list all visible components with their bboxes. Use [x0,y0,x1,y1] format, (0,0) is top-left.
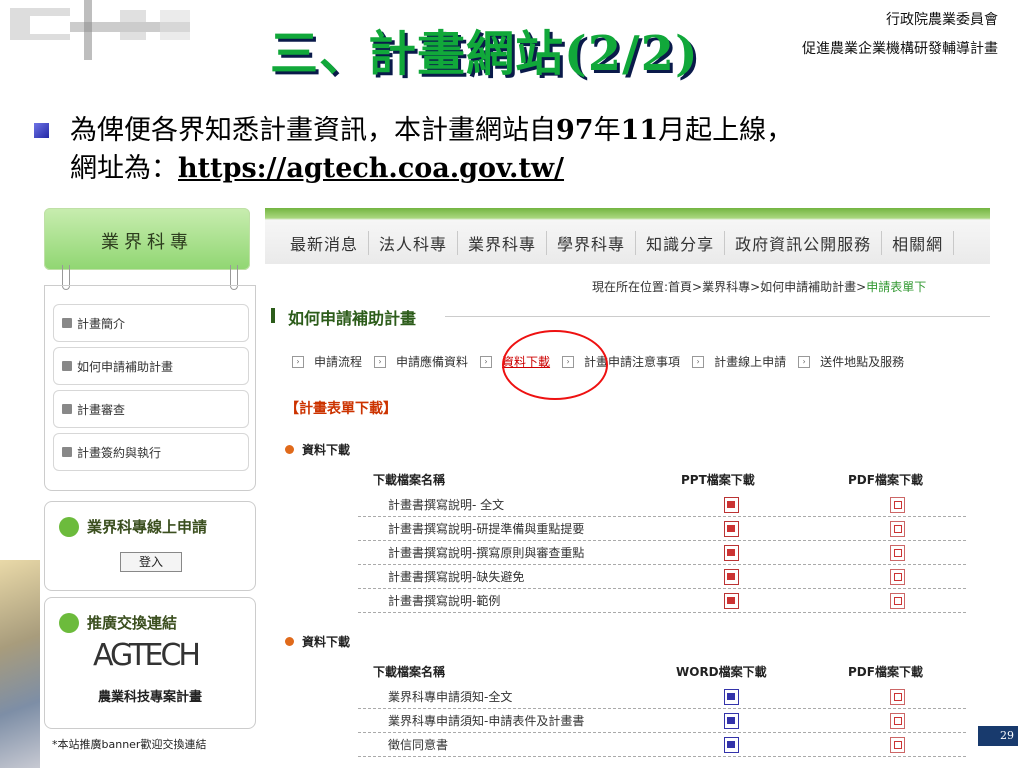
nav-legal-entity[interactable]: 法人科專 [369,231,459,255]
bullet-dot-icon [285,637,294,646]
table-row: 徵信同意書 [358,732,966,757]
ppt-file-icon[interactable] [724,569,739,585]
submenu-submission[interactable]: 送件地點及服務 [820,353,904,370]
col-word: WORD檔案下載 [676,665,767,679]
bullet-icon [34,123,49,138]
arrow-icon: › [374,355,387,368]
login-button[interactable]: 登入 [120,552,182,572]
table-row: 計畫書撰寫說明-研提準備與重點提要 [358,516,966,541]
side-menu: 計畫簡介 如何申請補助計畫 計畫審查 計畫簽約與執行 [44,285,256,491]
decorative-side-image [0,560,40,768]
banner-note: *本站推廣banner歡迎交換連結 [52,738,207,751]
word-file-icon[interactable] [724,737,739,753]
square-icon [62,361,72,371]
arrow-icon: › [292,355,304,368]
exchange-link-box: 推廣交換連結 AGTECH 農業科技專案計畫 [44,597,256,729]
submenu-process[interactable]: 申請流程 [314,353,362,370]
table-row: 計畫書撰寫說明-撰寫原則與審查重點 [358,540,966,565]
col-filename: 下載檔案名稱 [373,473,446,487]
nav-knowledge[interactable]: 知識分享 [636,231,726,255]
org-name: 行政院農業委員會 [886,12,998,28]
nav-gov-info[interactable]: 政府資訊公開服務 [725,231,883,255]
arrow-icon: › [692,355,705,368]
online-apply-box: 業界科專線上申請 登入 [44,501,256,591]
section-divider [445,316,990,317]
submenu-required-docs[interactable]: 申請應備資料 [396,353,468,370]
arrow-icon: › [798,355,811,368]
word-file-icon[interactable] [724,713,739,729]
nav-news[interactable]: 最新消息 [280,231,370,255]
pdf-file-icon[interactable] [890,593,905,609]
table-row: 計畫書撰寫說明-範例 [358,588,966,613]
col-filename: 下載檔案名稱 [373,665,446,679]
pdf-file-icon[interactable] [890,545,905,561]
col-pdf: PDF檔案下載 [848,473,923,487]
ppt-file-icon[interactable] [724,497,739,513]
side-item-intro[interactable]: 計畫簡介 [53,304,249,342]
side-item-contract[interactable]: 計畫簽約與執行 [53,433,249,471]
section-marker [271,308,275,323]
page-number: 29 [978,726,1018,746]
top-nav: 最新消息 法人科專 業界科專 學界科專 知識分享 政府資訊公開服務 相關網 [280,231,955,255]
agtech-subtitle: 農業科技專案計畫 [97,690,202,705]
section-title: 如何申請補助計畫 [288,309,417,328]
table-row: 業界科專申請須知-申請表件及計畫書 [358,708,966,733]
nav-related[interactable]: 相關網 [882,231,955,255]
online-apply-title: 業界科專線上申請 [59,516,207,537]
side-item-how-to-apply[interactable]: 如何申請補助計畫 [53,347,249,385]
intro-text: 為俾便各界知悉計畫資訊，本計畫網站自97年11月起上線， 網址為：https:/… [70,115,794,184]
ppt-file-icon[interactable] [724,521,739,537]
word-file-icon[interactable] [724,689,739,705]
col-ppt: PPT檔案下載 [681,473,755,487]
download-heading-1: 資料下載 [285,441,350,458]
ppt-file-icon[interactable] [724,545,739,561]
pdf-file-icon[interactable] [890,713,905,729]
submenu-online-apply[interactable]: 計畫線上申請 [714,353,786,370]
bullet-dot-icon [285,445,294,454]
table-row: 業界科專申請須知-全文 [358,684,966,709]
col-pdf: PDF檔案下載 [848,665,923,679]
highlight-ring [502,330,608,400]
site-url-link[interactable]: https://agtech.coa.gov.tw/ [178,153,564,184]
nav-academia[interactable]: 學界科專 [547,231,637,255]
square-icon [62,404,72,414]
pdf-file-icon[interactable] [890,689,905,705]
download-heading-2: 資料下載 [285,633,350,650]
square-icon [62,318,72,328]
website-screenshot: 業界科專 計畫簡介 如何申請補助計畫 計畫審查 計畫簽約與執行 業界科專線上申請… [40,205,990,768]
pdf-file-icon[interactable] [890,737,905,753]
square-icon [62,447,72,457]
pdf-file-icon[interactable] [890,569,905,585]
pdf-file-icon[interactable] [890,521,905,537]
exchange-link-title: 推廣交換連結 [59,612,177,633]
side-item-review[interactable]: 計畫審查 [53,390,249,428]
breadcrumb: 現在所在位置:首頁>業界科專>如何申請補助計畫>申請表單下 [592,280,927,294]
table-row: 計畫書撰寫說明-缺失避免 [358,564,966,589]
project-name: 促進農業企業機構研發輔導計畫 [802,41,998,57]
form-download-title: 【計畫表單下載】 [285,401,397,417]
lock-icon [59,516,79,537]
table-row: 計畫書撰寫說明- 全文 [358,492,966,517]
agtech-logo[interactable]: AGTECH [93,638,201,673]
header-logo-graphic [10,0,190,60]
nav-industry[interactable]: 業界科專 [458,231,548,255]
side-menu-header: 業界科專 [44,208,250,270]
slide-title: 三、計畫網站(2/2) [270,26,699,82]
ppt-file-icon[interactable] [724,593,739,609]
arrow-icon: › [480,355,493,368]
pdf-file-icon[interactable] [890,497,905,513]
heart-icon [59,612,79,633]
